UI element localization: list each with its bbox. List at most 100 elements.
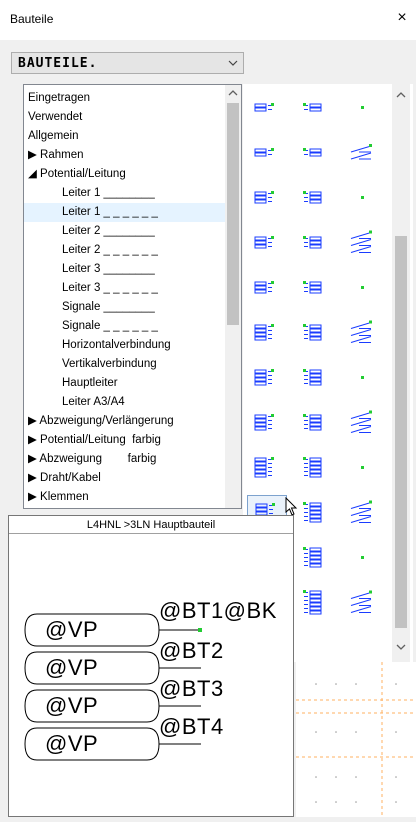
bt-label: @BT4 [159, 714, 224, 739]
symbol-cell[interactable] [295, 450, 335, 486]
symbol-cell[interactable] [343, 180, 383, 216]
symbol-cell[interactable] [343, 135, 383, 171]
tree-item[interactable]: Leiter 3 _ _ _ _ _ _ [24, 279, 158, 298]
tree-item[interactable]: Allgemein [24, 127, 79, 146]
symbol-icon [350, 590, 372, 613]
category-tree[interactable]: Eingetragen Verwendet Allgemein ▶ Rahmen ◢ P… [23, 84, 242, 509]
symbol-icon [361, 376, 364, 379]
window-title: Bauteile [10, 12, 54, 26]
tree-item[interactable]: Leiter 1 _ _ _ _ _ _ [24, 203, 225, 222]
symbol-cell[interactable] [247, 90, 287, 126]
symbol-cell[interactable] [343, 270, 383, 306]
symbol-icon [254, 281, 274, 294]
tree-item[interactable]: Leiter 3 ________ [24, 260, 155, 279]
symbol-cell[interactable] [343, 495, 383, 531]
tree-scrollbar[interactable] [225, 85, 241, 508]
canvas-grid [296, 662, 416, 817]
symbol-cell[interactable] [247, 225, 287, 261]
tree-item[interactable]: ▶ Abzweigung/Verlängerung [24, 412, 174, 431]
tree-item[interactable]: Leiter 2 ________ [24, 222, 155, 241]
tree-scroll-thumb[interactable] [227, 103, 239, 325]
symbol-icon [303, 103, 322, 112]
symbol-preview-popup: L4HNL >3LN Hauptbauteil @VP @VP @VP @VP @BT1… [8, 515, 294, 817]
drawing-canvas[interactable] [296, 662, 416, 817]
tree-item[interactable]: Leiter A3/A4 [24, 393, 125, 412]
symbol-cell[interactable] [295, 180, 335, 216]
symbol-cell[interactable] [247, 405, 287, 441]
tree-item[interactable]: Signale ________ [24, 298, 155, 317]
tree-item[interactable]: Verwendet [24, 108, 82, 127]
symbol-cell[interactable] [247, 450, 287, 486]
vp-label: @VP [45, 731, 99, 756]
tree-item[interactable]: ▶ Abzweigung farbig [24, 450, 156, 469]
symbol-icon [303, 547, 322, 568]
symbol-cell[interactable] [247, 360, 287, 396]
tree-item[interactable]: ▶ Klemmen [24, 488, 89, 507]
tree-item[interactable]: ▶ Draht/Kabel [24, 469, 101, 488]
symbol-icon [254, 103, 274, 112]
bt-label: @BT2 [159, 638, 224, 663]
symbol-grid-scroll-thumb[interactable] [395, 236, 407, 628]
tree-item[interactable]: Horizontalverbindung [24, 336, 171, 355]
symbol-cell[interactable] [343, 540, 383, 576]
preview-title: L4HNL >3LN Hauptbauteil [9, 516, 293, 534]
close-icon[interactable]: × [394, 10, 410, 26]
tree-item[interactable]: Hauptleiter [24, 374, 118, 393]
library-dropdown[interactable]: BAUTEILE. [11, 52, 244, 74]
symbol-icon [350, 500, 372, 523]
symbol-grid-scrollbar[interactable] [392, 84, 410, 662]
chevron-down-icon [228, 60, 238, 66]
symbol-icon [303, 457, 322, 478]
bt-label: @BT1@BK [159, 598, 277, 623]
symbol-cell[interactable] [343, 450, 383, 486]
symbol-cell[interactable] [295, 405, 335, 441]
symbol-cell[interactable] [247, 180, 287, 216]
scroll-down-icon[interactable] [396, 642, 406, 652]
symbol-icon [254, 457, 274, 478]
symbol-cell[interactable] [247, 270, 287, 306]
symbol-icon [303, 324, 322, 341]
symbol-cell[interactable] [295, 585, 335, 621]
vp-label: @VP [45, 617, 99, 642]
symbol-icon [350, 144, 372, 160]
symbol-icon [254, 324, 274, 341]
symbol-icon [303, 369, 322, 386]
symbol-icon [303, 148, 322, 157]
symbol-icon [303, 281, 322, 294]
tree-item[interactable]: Leiter 2 _ _ _ _ _ _ [24, 241, 158, 260]
tree-item[interactable]: ▶ Potential/Leitung farbig [24, 431, 161, 450]
symbol-cell[interactable] [343, 360, 383, 396]
symbol-cell[interactable] [295, 540, 335, 576]
symbol-cell[interactable] [343, 315, 383, 351]
tree-item[interactable]: ◢ Potential/Leitung [24, 165, 126, 184]
tree-item[interactable]: Vertikalverbindung [24, 355, 157, 374]
symbol-cell[interactable] [343, 585, 383, 621]
symbol-icon [254, 414, 274, 431]
symbol-cell[interactable] [247, 315, 287, 351]
symbol-cell[interactable] [295, 315, 335, 351]
symbol-cell[interactable] [343, 225, 383, 261]
symbol-icon [361, 556, 364, 559]
symbol-cell[interactable] [295, 135, 335, 171]
symbol-icon [254, 191, 274, 204]
symbol-cell[interactable] [295, 360, 335, 396]
symbol-cell[interactable] [247, 135, 287, 171]
symbol-icon [350, 230, 372, 253]
symbol-icon [303, 590, 322, 615]
symbol-cell[interactable] [295, 225, 335, 261]
tree-item[interactable]: Signale _ _ _ _ _ _ [24, 317, 158, 336]
tree-item[interactable]: Leiter 1 ________ [24, 184, 155, 203]
symbol-cell[interactable] [295, 495, 335, 531]
symbol-cell[interactable] [343, 90, 383, 126]
symbol-cell[interactable] [295, 90, 335, 126]
symbol-icon [303, 236, 322, 249]
tree-item[interactable]: ▶ Rahmen [24, 146, 84, 165]
bt-label: @BT3 [159, 676, 224, 701]
symbol-cell[interactable] [343, 405, 383, 441]
symbol-cell[interactable] [295, 270, 335, 306]
scroll-up-icon[interactable] [228, 88, 238, 98]
tree-item[interactable]: Eingetragen [24, 89, 90, 108]
symbol-icon [350, 410, 372, 433]
scroll-up-icon[interactable] [396, 90, 406, 100]
mouse-cursor-icon [285, 496, 299, 517]
